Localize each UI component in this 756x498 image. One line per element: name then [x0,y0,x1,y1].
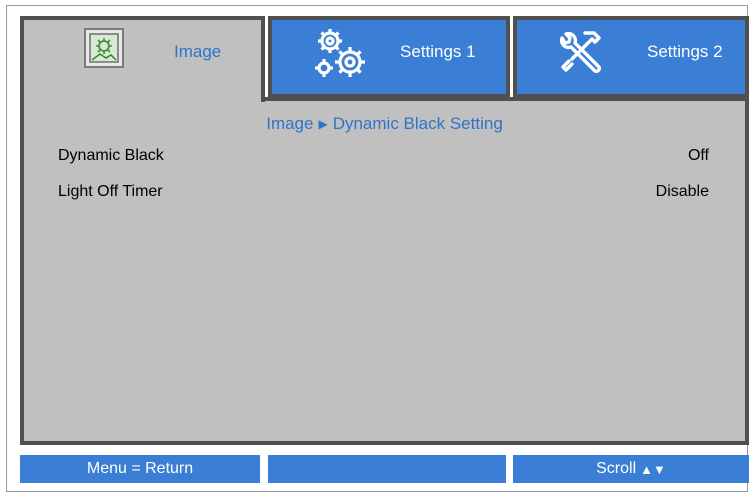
footer-blank-bar [268,455,506,483]
tab-settings-2-label: Settings 2 [647,42,723,61]
tab-settings-1-label: Settings 1 [400,42,476,61]
tab-image-label: Image [174,42,222,61]
gears-icon [315,29,365,77]
tab-settings-2[interactable]: Settings 2 [513,16,749,98]
setting-label: Light Off Timer [58,183,163,200]
breadcrumb: Image ▶ Dynamic Black Setting [24,114,745,134]
tab-settings-1[interactable]: Settings 1 [268,16,510,98]
menu-return-hint: Menu = Return [20,455,260,483]
tools-icon [559,31,601,73]
breadcrumb-parent: Image [266,114,314,133]
setting-row-dynamic-black[interactable]: Dynamic Black Off [58,147,709,171]
breadcrumb-current: Dynamic Black Setting [332,114,503,133]
setting-value[interactable]: Disable [656,183,709,201]
setting-label: Dynamic Black [58,147,164,164]
breadcrumb-separator-icon: ▶ [318,117,328,131]
scroll-arrows-icon: ▲▼ [640,461,666,477]
tab-image[interactable]: Image [20,16,265,102]
scroll-hint: Scroll ▲▼ [513,455,749,483]
scroll-label: Scroll [596,460,637,477]
menu-return-label: Menu = Return [86,460,194,477]
image-icon [84,28,124,68]
settings-panel: Image ▶ Dynamic Black Setting Dynamic Blac… [20,97,749,445]
setting-row-light-off-timer[interactable]: Light Off Timer Disable [58,183,709,207]
setting-value[interactable]: Off [688,147,709,165]
